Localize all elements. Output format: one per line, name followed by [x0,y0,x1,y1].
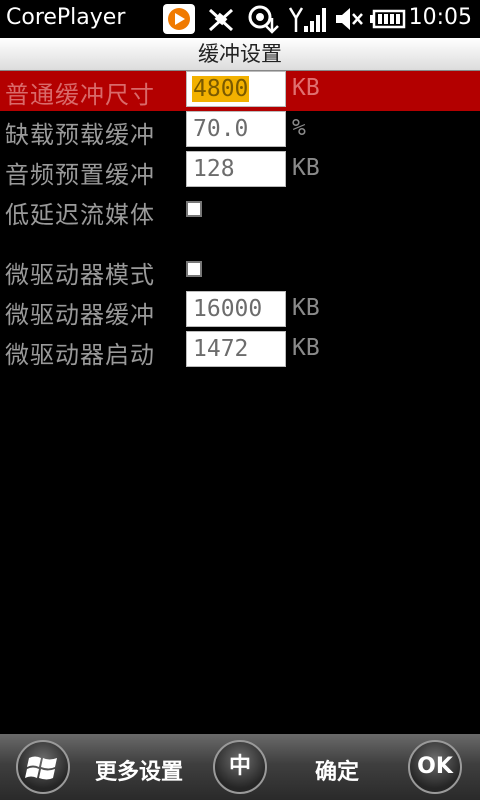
start-button[interactable] [16,740,70,794]
setting-row-micro-driver-mode[interactable]: 微驱动器模式 [0,251,480,291]
field-value: 70.0 [193,116,249,142]
page-title: 缓冲设置 [198,42,282,66]
ok-label: OK [417,754,453,779]
field-value: 1472 [193,336,249,362]
setting-row-low-latency[interactable]: 低延迟流媒体 [0,191,480,231]
setting-label: 缺载预载缓冲 [5,121,155,149]
volume-icon [336,8,363,30]
setting-label: 普通缓冲尺寸 [5,81,155,109]
battery-icon [370,9,406,29]
setting-label: 低延迟流媒体 [5,201,155,229]
ok-button[interactable]: OK [408,740,462,794]
unit-label: KB [292,155,320,181]
micro-driver-mode-checkbox[interactable] [186,261,202,277]
unit-label: KB [292,335,320,361]
setting-label: 微驱动器启动 [5,341,155,369]
clock[interactable]: 10:05 [409,5,472,30]
setting-row-micro-driver-start[interactable]: 微驱动器启动 1472 KB [0,331,480,371]
normal-buffer-input[interactable]: 4800 [186,71,286,107]
micro-driver-start-input[interactable]: 1472 [186,331,286,367]
field-value: 128 [193,156,235,182]
low-latency-checkbox[interactable] [186,201,202,217]
sync-icon [248,5,279,34]
unit-label: KB [292,75,320,101]
setting-row-normal-buffer[interactable]: 普通缓冲尺寸 4800 KB [0,71,480,111]
setting-row-micro-driver-buffer[interactable]: 微驱动器缓冲 16000 KB [0,291,480,331]
status-bar: CorePlayer 10:05 [0,0,480,38]
unit-label: KB [292,295,320,321]
input-mode-button[interactable]: 中 [213,740,267,794]
app-logo-icon[interactable] [162,4,196,34]
setting-row-underrun-preload[interactable]: 缺载预载缓冲 70.0 % [0,111,480,151]
audio-preload-input[interactable]: 128 [186,151,286,187]
setting-label: 音频预置缓冲 [5,161,155,189]
softkey-bar: 更多设置 中 确定 OK [0,734,480,800]
micro-driver-buffer-input[interactable]: 16000 [186,291,286,327]
setting-label: 微驱动器模式 [5,261,155,289]
setting-label: 微驱动器缓冲 [5,301,155,329]
app-title: CorePlayer [6,5,126,30]
more-settings-softkey[interactable]: 更多设置 [95,754,183,786]
confirm-softkey[interactable]: 确定 [315,754,359,786]
unit-label: % [292,115,306,141]
windows-logo-icon [25,756,57,780]
signal-icon [288,7,326,32]
page-title-bar: 缓冲设置 [0,38,480,71]
field-value: 4800 [192,76,250,102]
satellite-icon [208,8,234,32]
input-mode-label: 中 [228,754,251,779]
setting-row-audio-preload[interactable]: 音频预置缓冲 128 KB [0,151,480,191]
underrun-preload-input[interactable]: 70.0 [186,111,286,147]
field-value: 16000 [193,296,263,322]
